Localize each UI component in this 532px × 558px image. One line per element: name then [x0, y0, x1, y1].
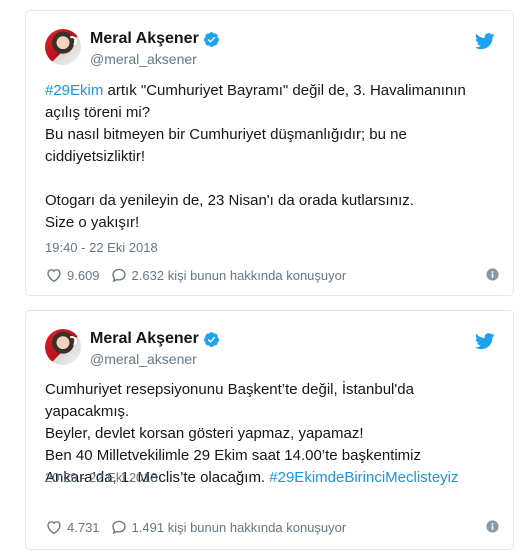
- reply-bubble-icon: [111, 520, 126, 535]
- reply-button[interactable]: 2.632 kişi bunun hakkında konuşuyor: [110, 266, 347, 284]
- like-button[interactable]: 9.609: [45, 266, 100, 284]
- tweet-text: #29Ekim artık "Cumhuriyet Bayramı" değil…: [45, 80, 500, 234]
- tweet-line: ciddiyetsizliktir!: [45, 148, 146, 165]
- twitter-bird-icon[interactable]: [475, 33, 495, 50]
- tweet-line: yapacakmış.: [45, 403, 130, 420]
- author-name[interactable]: Meral Akşener: [90, 30, 199, 48]
- tweet-line: Bu nasıl bitmeyen bir Cumhuriyet düşmanl…: [45, 126, 407, 143]
- verified-badge-icon: [203, 331, 219, 347]
- like-button[interactable]: 4.731: [45, 518, 100, 536]
- reply-count: 2.632 kişi bunun hakkında konuşuyor: [131, 267, 347, 283]
- like-count: 9.609: [67, 267, 100, 283]
- tweet-line: Ben 40 Milletvekilimle 29 Ekim saat 14.0…: [45, 447, 422, 464]
- tweet-line: Cumhuriyet resepsiyonunu Başkent’te deği…: [45, 381, 414, 398]
- like-count: 4.731: [67, 519, 100, 535]
- author-handle[interactable]: @meral_aksener: [90, 51, 197, 67]
- tweet-line: açılış töreni mi?: [45, 104, 151, 121]
- verified-badge-icon: [203, 31, 219, 47]
- hashtag-link[interactable]: #29Ekim: [45, 82, 103, 99]
- hashtag-link[interactable]: #29EkimdeBirinciMeclisteyiz: [269, 469, 458, 486]
- avatar[interactable]: [45, 329, 81, 365]
- info-icon[interactable]: [486, 268, 499, 281]
- tweet-actions: 9.609 2.632 kişi bunun hakkında konuşuyo…: [45, 266, 499, 284]
- timestamp-link[interactable]: 19:40 - 22 Eki 2018: [45, 240, 158, 255]
- heart-icon: [47, 269, 61, 283]
- twitter-bird-icon[interactable]: [475, 333, 495, 350]
- author-handle[interactable]: @meral_aksener: [90, 351, 197, 367]
- author-name[interactable]: Meral Akşener: [90, 330, 199, 348]
- info-icon[interactable]: [486, 520, 499, 533]
- tweet-line: #29Ekim artık "Cumhuriyet Bayramı" değil…: [45, 82, 466, 99]
- heart-icon: [47, 521, 61, 535]
- reply-bubble-icon: [111, 268, 126, 283]
- reply-count: 1.491 kişi bunun hakkında konuşuyor: [131, 519, 347, 535]
- reply-button[interactable]: 1.491 kişi bunun hakkında konuşuyor: [110, 518, 347, 536]
- timestamp-link[interactable]: 20:29 - 22 Eki 2018: [45, 470, 158, 485]
- avatar[interactable]: [45, 29, 81, 65]
- tweet-line: Beyler, devlet korsan gösteri yapmaz, ya…: [45, 425, 364, 442]
- tweet-line: Size o yakışır!: [45, 214, 140, 231]
- tweet-actions: 4.731 1.491 kişi bunun hakkında konuşuyo…: [45, 518, 499, 536]
- tweet-line: Otogarı da yenileyin de, 23 Nisan'ı da o…: [45, 192, 414, 209]
- tweet-card[interactable]: Meral Akşener @meral_aksener #29Ekim art…: [25, 10, 514, 296]
- tweet-card[interactable]: Meral Akşener @meral_aksener Cumhuriyet …: [25, 310, 514, 550]
